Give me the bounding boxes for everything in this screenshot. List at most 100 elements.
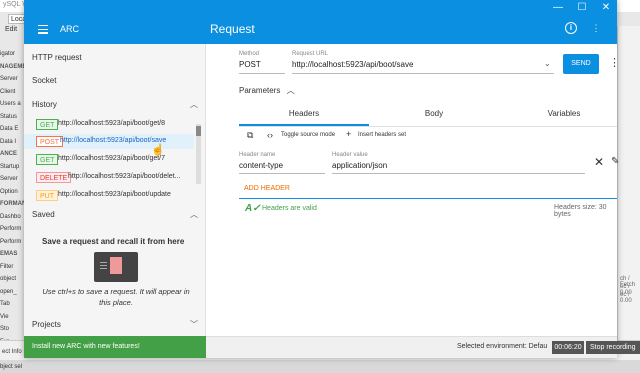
history-url: http://localhost:5923/api/boot/get/8: [58, 120, 165, 127]
nav-text[interactable]: Filter object: [0, 261, 24, 286]
header-value-input[interactable]: application/json: [332, 161, 387, 170]
nav-text[interactable]: Option: [0, 186, 24, 199]
recording-timer: 00:06:20: [552, 341, 584, 354]
toggle-source-mode[interactable]: Toggle source mode: [281, 132, 335, 138]
app-header: — ☐ ✕ ARC Request i ⋮: [24, 0, 617, 44]
history-item[interactable]: GET http://localhost:5923/api/boot/get/8: [32, 117, 198, 132]
tab-variables[interactable]: Variables: [499, 109, 629, 118]
chevron-up-icon[interactable]: ︿: [190, 99, 198, 110]
header-name-label: Header name: [239, 152, 275, 158]
method-select[interactable]: POST: [239, 60, 261, 69]
method-badge: PUT: [36, 190, 58, 201]
history-label: History: [32, 100, 57, 109]
spellcheck-icon: A✓: [245, 203, 261, 214]
page-title: Request: [210, 22, 255, 36]
saved-section-header[interactable]: Saved ︿: [32, 210, 202, 219]
mouse-cursor-icon: ☝: [151, 143, 165, 156]
tab-separator: [239, 126, 617, 127]
nav-text[interactable]: Tab: [0, 298, 24, 311]
headers-size: Headers size: 30 bytes: [554, 204, 617, 218]
projects-label: Projects: [32, 320, 61, 329]
method-badge: POST: [36, 136, 63, 147]
history-item[interactable]: GET http://localhost:5923/api/boot/get/7: [32, 152, 198, 167]
nav-text[interactable]: Vie: [0, 311, 24, 324]
nav-text[interactable]: Perform: [0, 223, 24, 236]
nav-text[interactable]: Sto: [0, 323, 24, 336]
header-value-label: Header value: [332, 152, 368, 158]
tab-body[interactable]: Body: [369, 109, 499, 118]
code-icon[interactable]: ‹›: [267, 130, 273, 140]
nav-text[interactable]: Users a: [0, 98, 24, 111]
nav-text[interactable]: Perform: [0, 236, 24, 249]
send-button[interactable]: SEND: [563, 54, 599, 74]
nav-text: igator: [0, 48, 24, 61]
method-badge: GET: [36, 119, 58, 130]
app-brand: ARC: [60, 24, 79, 34]
nav-text[interactable]: Client: [0, 86, 24, 99]
nav-text[interactable]: Startup: [0, 161, 24, 174]
parameters-label: Parameters: [239, 86, 280, 95]
chevron-down-icon[interactable]: ⌄: [544, 59, 551, 68]
empty-saved-illustration: [94, 252, 138, 282]
update-banner[interactable]: Install new ARC with new features!: [24, 336, 206, 358]
plus-icon[interactable]: +: [346, 129, 351, 139]
parameters-toggle[interactable]: Parameters ︿: [239, 85, 295, 96]
add-header-button[interactable]: ADD HEADER: [244, 185, 290, 192]
tab-headers[interactable]: Headers: [239, 109, 369, 118]
history-url: http://localhost:5923/api/boot/update: [58, 191, 171, 198]
info-icon[interactable]: i: [565, 22, 577, 34]
saved-empty-text: Use ctrl+s to save a request. It will ap…: [36, 286, 196, 308]
background-menu[interactable]: Edit: [0, 26, 17, 33]
more-vert-icon[interactable]: ⋮: [590, 22, 602, 34]
close-icon[interactable]: ✕: [594, 155, 604, 169]
copy-icon[interactable]: ⧉: [247, 130, 253, 141]
status-text: ect Info: [2, 349, 22, 355]
url-label: Request URL: [292, 51, 328, 57]
nav-text[interactable]: open_: [0, 286, 24, 299]
close-icon[interactable]: ✕: [598, 2, 614, 13]
history-section-header[interactable]: History ︿: [32, 100, 202, 109]
request-options-icon[interactable]: ⋮: [609, 56, 620, 69]
nav-text[interactable]: Server: [0, 73, 24, 86]
url-underline: [292, 73, 554, 74]
header-name-underline: [239, 173, 325, 174]
nav-text: FORMAN: [0, 198, 24, 211]
nav-text[interactable]: Dashbo: [0, 211, 24, 224]
method-badge: DELETE: [36, 172, 71, 183]
minimize-icon[interactable]: —: [550, 2, 566, 13]
nav-text: bject sel: [0, 361, 24, 373]
nav-socket[interactable]: Socket: [32, 76, 56, 85]
request-panel: Method POST Request URL http://localhost…: [207, 44, 617, 336]
headers-divider: [239, 198, 617, 199]
header-value-underline: [332, 173, 585, 174]
maximize-icon[interactable]: ☐: [574, 2, 590, 13]
chevron-up-icon[interactable]: ︿: [287, 86, 295, 95]
projects-section-header[interactable]: Projects ﹀: [32, 320, 202, 329]
nav-text[interactable]: Status: [0, 111, 24, 124]
stop-recording-button[interactable]: Stop recording: [586, 341, 640, 354]
menu-icon[interactable]: [38, 25, 48, 33]
saved-hint: Save a request and recall it from here: [42, 237, 192, 247]
right-text: ec / 0.00: [620, 292, 640, 304]
method-badge: GET: [36, 154, 58, 165]
insert-headers-set[interactable]: Insert headers set: [358, 132, 406, 138]
scrollbar-thumb[interactable]: [196, 126, 201, 136]
history-item[interactable]: PUT http://localhost:5923/api/boot/updat…: [32, 188, 198, 203]
url-input[interactable]: http://localhost:5923/api/boot/save: [292, 60, 413, 69]
chevron-up-icon[interactable]: ︿: [190, 209, 198, 220]
chevron-down-icon[interactable]: ﹀: [190, 319, 198, 330]
history-item[interactable]: DELETE http://localhost:5923/api/boot/de…: [32, 170, 198, 185]
headers-valid-status: Headers are valid: [262, 205, 317, 212]
environment-selector[interactable]: Selected environment: Defau: [457, 343, 547, 350]
history-item-selected[interactable]: POST http://localhost:5923/api/boot/save: [24, 134, 194, 149]
arc-window: — ☐ ✕ ARC Request i ⋮ HTTP request Socke…: [24, 0, 617, 358]
nav-http-request[interactable]: HTTP request: [32, 53, 82, 62]
edit-icon[interactable]: ✎: [611, 156, 619, 167]
nav-text[interactable]: Data I: [0, 136, 24, 149]
history-scrollbar[interactable]: [196, 124, 201, 184]
nav-text[interactable]: Data E: [0, 123, 24, 136]
header-name-input[interactable]: content-type: [239, 161, 283, 170]
nav-text: ANCE: [0, 148, 24, 161]
nav-text[interactable]: Server: [0, 173, 24, 186]
background-navigator: igator NAGEME Server Client Users a Stat…: [0, 48, 24, 373]
